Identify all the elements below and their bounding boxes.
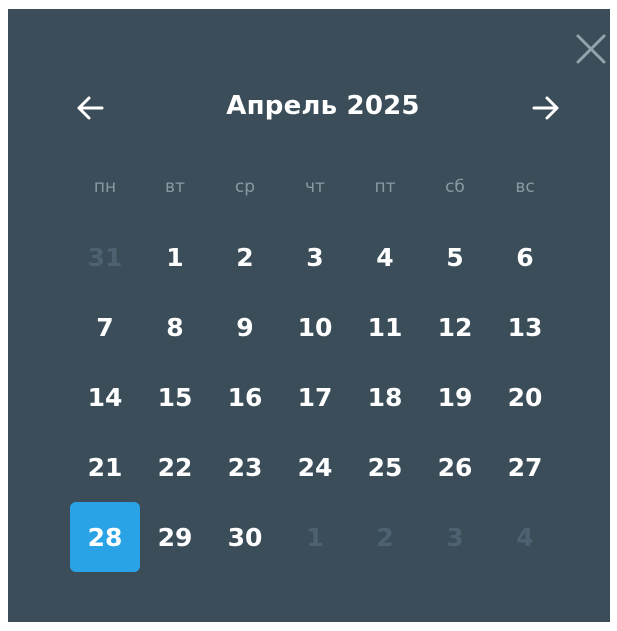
day-cell-outside-month[interactable]: 3 [420, 502, 490, 572]
day-cell[interactable]: 26 [420, 432, 490, 502]
day-cell[interactable]: 5 [420, 222, 490, 292]
day-cell[interactable]: 19 [420, 362, 490, 432]
day-cell[interactable]: 29 [140, 502, 210, 572]
day-cell[interactable]: 6 [490, 222, 560, 292]
day-cell[interactable]: 11 [350, 292, 420, 362]
day-cell[interactable]: 8 [140, 292, 210, 362]
day-cell-selected[interactable]: 28 [70, 502, 140, 572]
day-cell[interactable]: 24 [280, 432, 350, 502]
day-cell[interactable]: 10 [280, 292, 350, 362]
day-cell[interactable]: 12 [420, 292, 490, 362]
day-cell[interactable]: 22 [140, 432, 210, 502]
day-cell-outside-month[interactable]: 31 [70, 222, 140, 292]
day-cell[interactable]: 14 [70, 362, 140, 432]
day-cell[interactable]: 9 [210, 292, 280, 362]
day-cell[interactable]: 21 [70, 432, 140, 502]
day-cell[interactable]: 3 [280, 222, 350, 292]
day-cell[interactable]: 4 [350, 222, 420, 292]
day-cell-outside-month[interactable]: 4 [490, 502, 560, 572]
day-cell[interactable]: 1 [140, 222, 210, 292]
day-cell[interactable]: 23 [210, 432, 280, 502]
day-cell[interactable]: 17 [280, 362, 350, 432]
day-cell[interactable]: 30 [210, 502, 280, 572]
day-cell[interactable]: 18 [350, 362, 420, 432]
day-cell[interactable]: 15 [140, 362, 210, 432]
day-cell[interactable]: 27 [490, 432, 560, 502]
day-cell[interactable]: 7 [70, 292, 140, 362]
calendar-day-grid: 31 1 2 3 4 5 6 7 8 9 10 11 12 13 14 15 16 17 18 19 20 21 22 23 2… [8, 9, 610, 622]
day-cell[interactable]: 25 [350, 432, 420, 502]
day-cell[interactable]: 20 [490, 362, 560, 432]
day-cell-outside-month[interactable]: 2 [350, 502, 420, 572]
date-picker-panel: Апрель 2025 пн вт ср чт пт сб вс 31 1 2 3 4 5 6 7 8 9 10… [8, 9, 610, 622]
day-cell-outside-month[interactable]: 1 [280, 502, 350, 572]
day-cell[interactable]: 2 [210, 222, 280, 292]
day-cell[interactable]: 13 [490, 292, 560, 362]
day-cell[interactable]: 16 [210, 362, 280, 432]
